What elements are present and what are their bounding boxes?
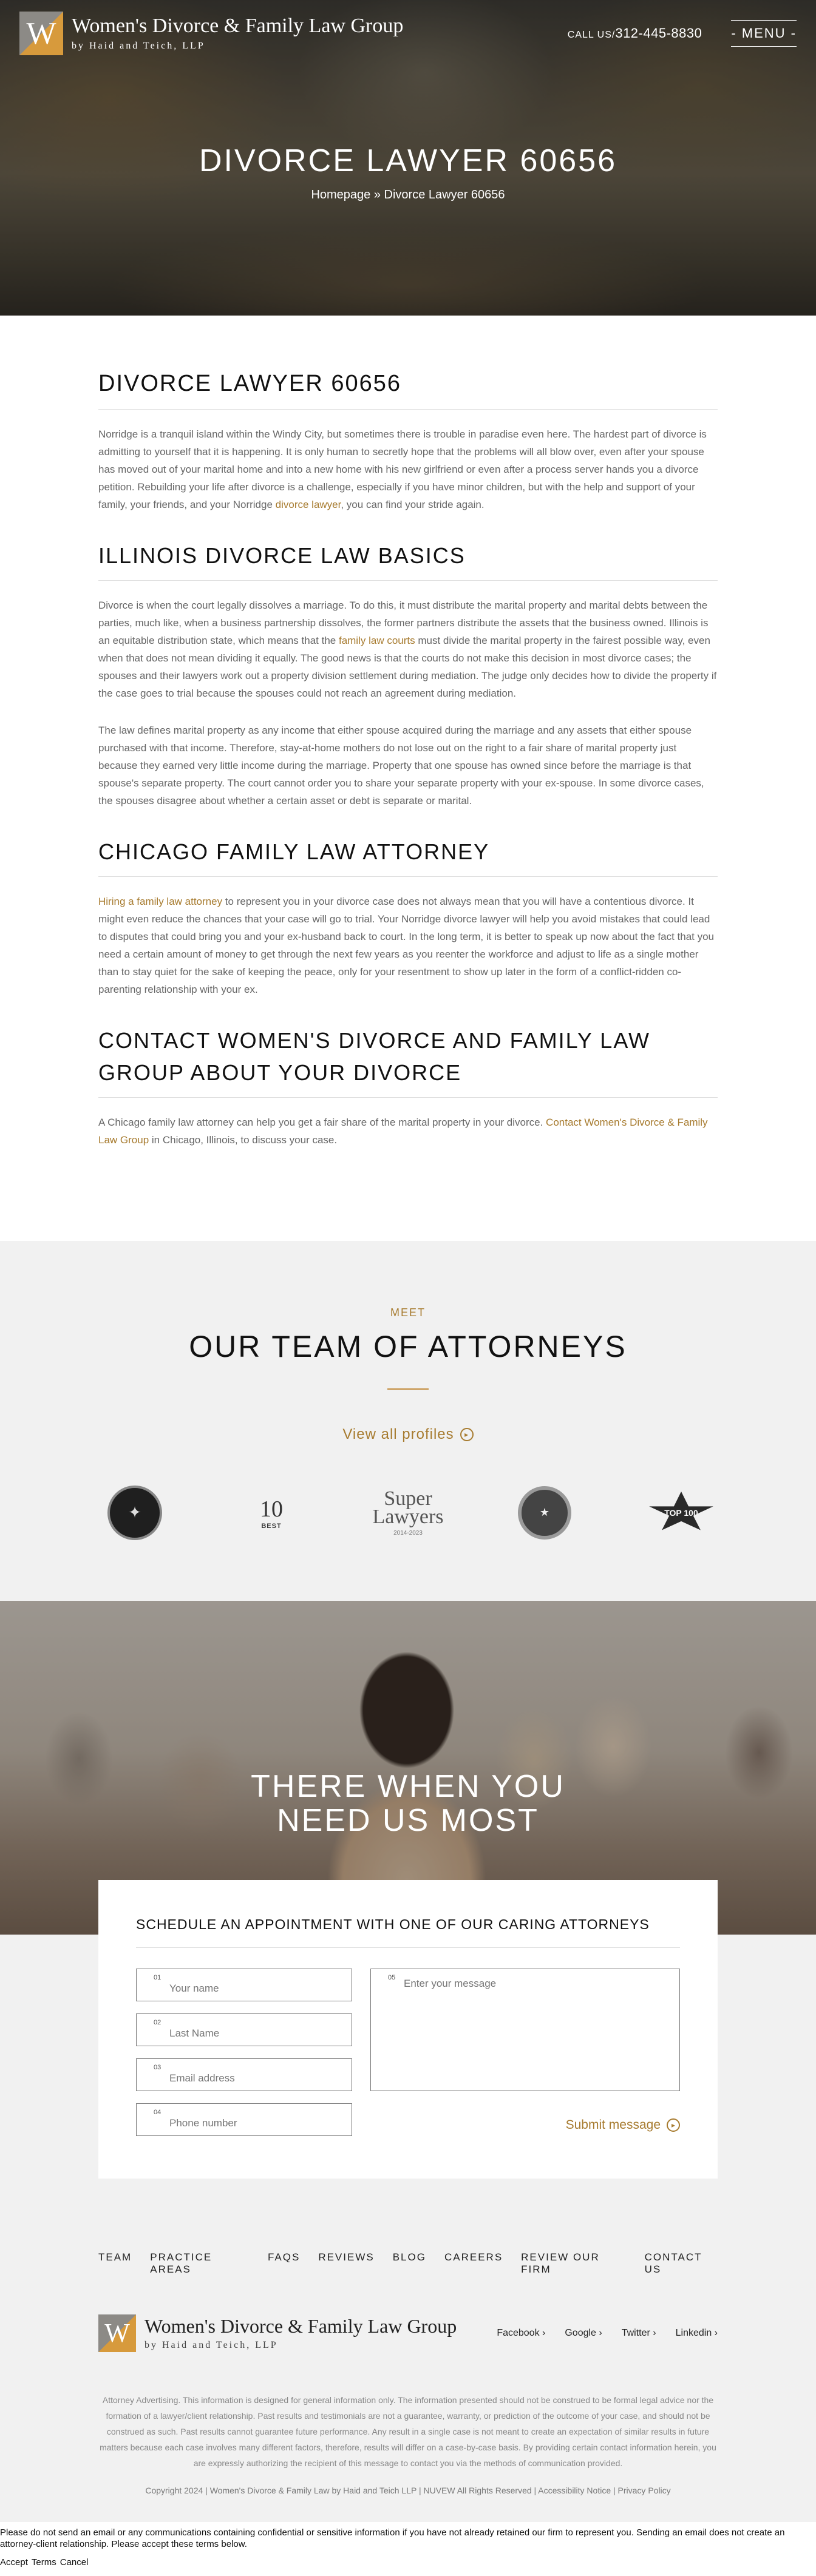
phone-input[interactable]: [137, 2103, 352, 2135]
breadcrumb-separator: »: [373, 188, 381, 201]
appointment-form-card: SCHEDULE AN APPOINTMENT WITH ONE OF OUR …: [98, 1879, 718, 2179]
logo-subtitle: by Haid and Teich, LLP: [72, 40, 205, 51]
breadcrumb: Homepage » Divorce Lawyer 60656: [0, 188, 816, 202]
arrow-right-icon: ▸: [460, 1427, 474, 1441]
message-textarea[interactable]: [371, 1969, 679, 2091]
phone-field: 04: [136, 2103, 352, 2136]
medal-icon: ★: [518, 1486, 571, 1540]
footer-nav-faqs[interactable]: FAQS: [268, 2251, 300, 2276]
last-name-field: 02: [136, 2013, 352, 2046]
footer-nav-team[interactable]: TEAM: [98, 2251, 132, 2276]
footer-nav-reviews[interactable]: REVIEWS: [318, 2251, 374, 2276]
meet-label: MEET: [390, 1306, 426, 1319]
linkedin-link[interactable]: Linkedin ›: [676, 2328, 718, 2339]
breadcrumb-current: Divorce Lawyer 60656: [384, 188, 505, 201]
google-link[interactable]: Google ›: [565, 2328, 602, 2339]
logo-mark: W: [98, 2314, 136, 2352]
appointment-title: SCHEDULE AN APPOINTMENT WITH ONE OF OUR …: [136, 1916, 680, 1948]
first-name-field: 01: [136, 1968, 352, 2001]
contact-paragraph: A Chicago family law attorney can help y…: [98, 1116, 708, 1146]
terms-link[interactable]: Terms: [32, 2557, 56, 2568]
menu-button[interactable]: - MENU -: [731, 20, 797, 47]
awards-row: ✦ 10 BEST Super Lawyers 2014-2023 ★ TOP 10…: [101, 1479, 715, 1546]
legal-disclaimer: Attorney Advertising. This information i…: [100, 2395, 716, 2468]
footer-nav-review-our-firm[interactable]: REVIEW OUR FIRM: [521, 2251, 626, 2276]
footer-nav: TEAM PRACTICE AREAS FAQS REVIEWS BLOG CA…: [98, 2227, 718, 2276]
eagle-seal-icon: ✦: [107, 1485, 162, 1540]
intro-paragraph: Norridge is a tranquil island within the…: [98, 428, 707, 511]
hero-section: W Women's Divorce & Family Law Group by …: [0, 0, 816, 316]
consent-bar: Please do not send an email or any commu…: [0, 2521, 816, 2576]
first-name-input[interactable]: [137, 1969, 352, 2001]
last-name-input[interactable]: [137, 2013, 352, 2046]
consent-text: Please do not send an email or any commu…: [0, 2527, 785, 2549]
site-header: W Women's Divorce & Family Law Group by …: [0, 0, 816, 67]
facebook-link[interactable]: Facebook ›: [497, 2328, 545, 2339]
divider: [387, 1388, 429, 1390]
copyright-text: Copyright 2024 | Women's Divorce & Famil…: [145, 2485, 671, 2495]
footer-nav-blog[interactable]: BLOG: [393, 2251, 426, 2276]
article-content: DIVORCE LAWYER 60656 Norridge is a tranq…: [98, 316, 718, 1241]
need-us-title: THERE WHEN YOU NEED US MOST: [251, 1768, 565, 1838]
social-links: Facebook › Google › Twitter › Linkedin ›: [497, 2328, 718, 2339]
email-input[interactable]: [137, 2058, 352, 2091]
divorce-lawyer-link[interactable]: divorce lawyer: [276, 499, 341, 510]
logo-mark: W: [19, 12, 63, 55]
twitter-link[interactable]: Twitter ›: [622, 2328, 656, 2339]
hiring-attorney-link[interactable]: Hiring a family law attorney: [98, 896, 222, 907]
message-field: 05: [370, 1968, 680, 2091]
basics-paragraph-1: Divorce is when the court legally dissol…: [98, 600, 717, 700]
contact-heading: CONTACT WOMEN'S DIVORCE AND FAMILY LAW G…: [98, 1025, 718, 1098]
super-lawyers-badge: Super Lawyers 2014-2023: [372, 1487, 444, 1536]
family-law-courts-link[interactable]: family law courts: [339, 635, 415, 646]
footer-logo[interactable]: W Women's Divorce & Family Law Group by …: [98, 2314, 457, 2352]
article-title: DIVORCE LAWYER 60656: [98, 367, 718, 410]
submit-message-button[interactable]: Submit message ▸: [566, 2118, 680, 2132]
award-medal-badge: ★: [511, 1479, 578, 1546]
basics-heading: ILLINOIS DIVORCE LAW BASICS: [98, 540, 718, 581]
view-all-profiles-link[interactable]: View all profiles ▸: [342, 1426, 474, 1443]
email-field: 03: [136, 2058, 352, 2091]
arrow-right-icon: ▸: [667, 2118, 680, 2132]
appointment-form: 01 02 03 04 05: [136, 1968, 680, 2136]
site-logo[interactable]: W Women's Divorce & Family Law Group by …: [19, 12, 403, 55]
logo-name: Women's Divorce & Family Law Group: [72, 15, 404, 38]
top-100-badge: TOP 100: [648, 1479, 715, 1546]
chicago-heading: CHICAGO FAMILY LAW ATTORNEY: [98, 836, 718, 877]
hero-title: DIVORCE LAWYER 60656: [199, 143, 617, 178]
site-footer: TEAM PRACTICE AREAS FAQS REVIEWS BLOG CA…: [0, 2226, 816, 2522]
call-us-link[interactable]: CALL US/312-445-8830: [568, 25, 702, 41]
footer-nav-practice-areas[interactable]: PRACTICE AREAS: [150, 2251, 250, 2276]
ten-best-badge: 10 BEST: [260, 1496, 283, 1530]
accept-button[interactable]: Accept: [0, 2557, 28, 2568]
appointment-section: SCHEDULE AN APPOINTMENT WITH ONE OF OUR …: [0, 1879, 816, 2227]
phone-number: 312-445-8830: [615, 25, 702, 41]
footer-nav-contact-us[interactable]: CONTACT US: [645, 2251, 718, 2276]
breadcrumb-home-link[interactable]: Homepage: [311, 188, 370, 201]
footer-nav-careers[interactable]: CAREERS: [444, 2251, 503, 2276]
cancel-button[interactable]: Cancel: [60, 2557, 89, 2568]
team-section: MEET OUR TEAM OF ATTORNEYS View all prof…: [0, 1240, 816, 1601]
chicago-paragraph: Hiring a family law attorney to represen…: [98, 896, 715, 996]
basics-paragraph-2: The law defines marital property as any …: [98, 725, 704, 807]
award-seal-badge: ✦: [101, 1479, 168, 1546]
team-title: OUR TEAM OF ATTORNEYS: [189, 1329, 627, 1364]
